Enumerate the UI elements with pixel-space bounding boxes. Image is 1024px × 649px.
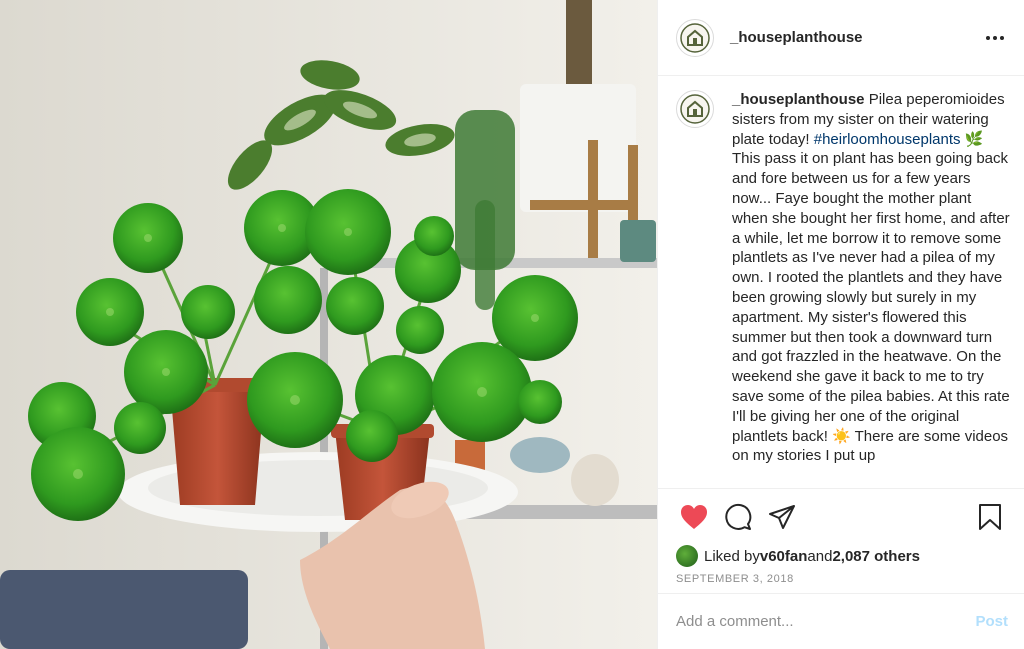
post-header: _houseplanthouse (658, 0, 1024, 76)
share-icon (769, 505, 795, 529)
caption-avatar[interactable] (676, 90, 714, 128)
like-button[interactable] (674, 497, 714, 537)
sun-emoji: ☀️ (832, 427, 851, 445)
likes-count[interactable]: 2,087 others (832, 548, 920, 565)
likes-line: Liked by v60fan and 2,087 others (658, 545, 1024, 567)
post-panel: _houseplanthouse _houseplanthouse Pilea … (657, 0, 1024, 649)
likes-middle: and (807, 547, 833, 565)
caption-text: _houseplanthouse Pilea peperomioides sis… (732, 90, 1010, 488)
post-photo[interactable] (0, 0, 657, 649)
heart-icon (681, 505, 707, 529)
save-button[interactable] (970, 497, 1010, 537)
avatar[interactable] (676, 18, 714, 57)
leaf-emoji: 🌿 (964, 130, 984, 148)
liker-username[interactable]: v60fan (760, 548, 808, 565)
house-logo-icon (680, 94, 710, 124)
more-horizontal-icon (986, 35, 1004, 40)
hashtag-link[interactable]: #heirloomhouseplants (814, 131, 961, 148)
action-bar (658, 489, 1024, 545)
username-link[interactable]: _houseplanthouse (730, 29, 982, 46)
comment-input[interactable] (676, 613, 976, 630)
pilea-plant-photo (0, 0, 657, 649)
bookmark-icon (979, 504, 1001, 530)
caption-username-link[interactable]: _houseplanthouse (732, 91, 865, 108)
likes-prefix: Liked by (704, 547, 760, 565)
post-comment-button[interactable]: Post (975, 613, 1008, 630)
more-options-button[interactable] (982, 28, 1008, 48)
comment-button[interactable] (718, 497, 758, 537)
share-button[interactable] (762, 497, 802, 537)
liker-avatar[interactable] (676, 545, 698, 567)
caption-body: This pass it on plant has been going bac… (732, 150, 1010, 445)
house-logo-icon (680, 22, 710, 53)
comment-icon (725, 503, 752, 530)
caption-area: _houseplanthouse Pilea peperomioides sis… (658, 76, 1024, 489)
comment-bar: Post (658, 593, 1024, 649)
